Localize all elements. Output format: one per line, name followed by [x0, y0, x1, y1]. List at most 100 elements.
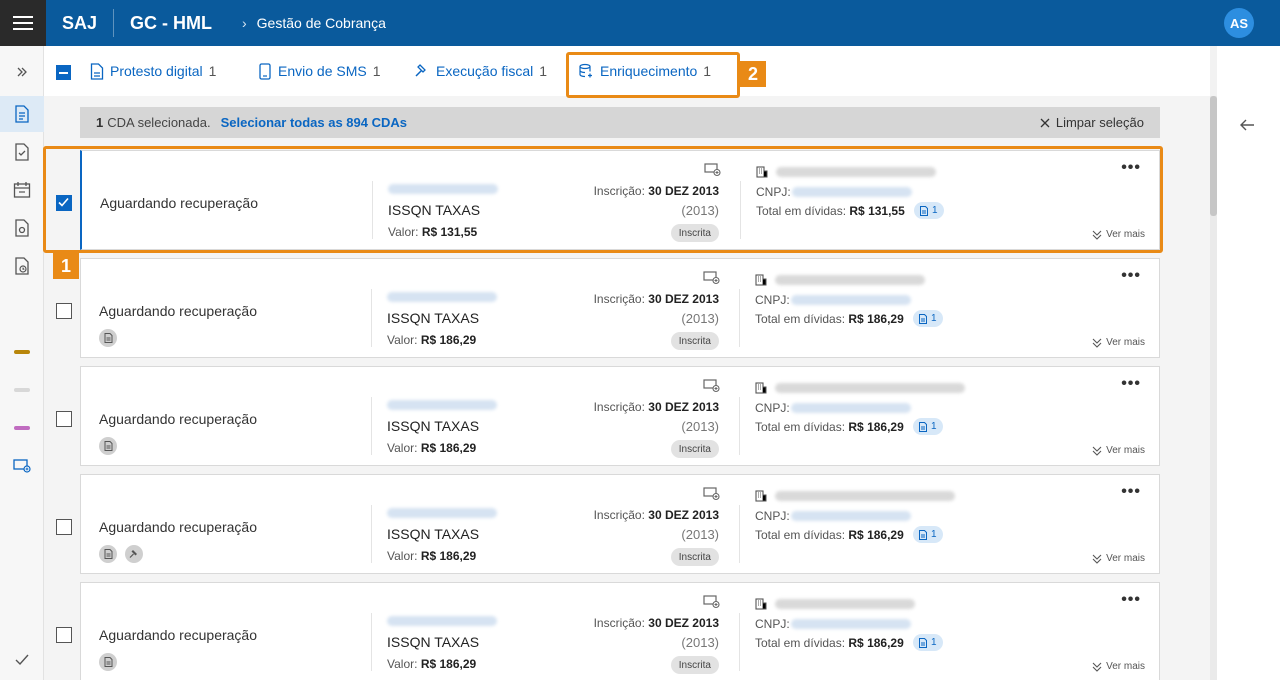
tab-count: 1 [208, 63, 217, 79]
select-all-link[interactable]: Selecionar todas as 894 CDAs [221, 115, 407, 130]
clear-selection-label: Limpar seleção [1055, 115, 1144, 130]
document-tag-icon [99, 437, 117, 455]
tab-execucao-fiscal[interactable]: Execução fiscal 1 [414, 46, 547, 96]
card-status: Aguardando recuperação [99, 303, 258, 319]
more-options-button[interactable]: ••• [1121, 267, 1141, 285]
user-avatar[interactable]: AS [1224, 8, 1254, 38]
left-rail [0, 46, 44, 680]
redacted-text [791, 619, 911, 629]
screen-add-icon[interactable] [704, 163, 721, 182]
action-tabs: Protesto digital 1 Envio de SMS 1 Execuç… [44, 46, 1210, 96]
tab-envio-sms[interactable]: Envio de SMS 1 [258, 46, 381, 96]
row-checkbox[interactable] [56, 303, 72, 319]
tab-protesto-digital[interactable]: Protesto digital 1 [90, 46, 216, 96]
cda-card[interactable]: Aguardando recuperação ISSQN TAXAS Valor… [80, 258, 1160, 358]
document-icon [919, 637, 927, 648]
card-status: Aguardando recuperação [99, 519, 258, 535]
ver-mais-button[interactable]: Ver mais [1092, 553, 1145, 564]
redacted-text [387, 616, 497, 626]
column-divider [371, 289, 372, 347]
selection-bar: 1 CDA selecionada. Selecionar todas as 8… [80, 107, 1160, 138]
row-checkbox[interactable] [56, 411, 72, 427]
card-valor: Valor: R$ 186,29 [387, 657, 477, 671]
document-tag-icon [99, 653, 117, 671]
chevron-double-down-icon [1092, 554, 1102, 564]
rail-screen-add-icon[interactable] [0, 448, 44, 484]
redacted-text [388, 184, 498, 194]
building-icon [755, 273, 767, 291]
more-options-button[interactable]: ••• [1121, 159, 1141, 177]
select-all-checkbox[interactable] [56, 65, 71, 80]
building-icon [755, 597, 767, 615]
documents-badge[interactable]: 1 [913, 418, 943, 435]
card-valor: Valor: R$ 186,29 [387, 441, 477, 455]
card-cnpj-label: CNPJ: [755, 509, 790, 523]
ver-mais-button[interactable]: Ver mais [1092, 229, 1145, 240]
screen-add-icon[interactable] [703, 595, 720, 614]
chevron-double-down-icon [1092, 230, 1102, 240]
rail-document-clock-icon[interactable] [0, 248, 44, 284]
gavel-tag-icon [125, 545, 143, 563]
card-year: (2013) [681, 203, 719, 218]
database-icon [579, 63, 592, 78]
building-icon [756, 165, 768, 183]
redacted-text [791, 295, 911, 305]
cda-card[interactable]: Aguardando recuperação ISSQN TAXAS Valor… [80, 366, 1160, 466]
more-options-button[interactable]: ••• [1121, 591, 1141, 609]
screen-add-icon[interactable] [703, 487, 720, 506]
product-name: GC - HML [130, 12, 212, 33]
rail-check-icon[interactable] [0, 642, 44, 678]
screen-add-icon[interactable] [703, 379, 720, 398]
expand-rail-icon[interactable] [0, 54, 44, 90]
ver-mais-button[interactable]: Ver mais [1092, 445, 1145, 456]
clear-selection-button[interactable]: Limpar seleção [1040, 107, 1144, 138]
ver-mais-button[interactable]: Ver mais [1092, 661, 1145, 672]
legend-bar-gold [14, 350, 30, 354]
documents-badge[interactable]: 1 [914, 202, 944, 219]
row-checkbox[interactable] [56, 519, 72, 535]
selection-count: 1 [96, 115, 104, 130]
more-options-button[interactable]: ••• [1121, 375, 1141, 393]
document-icon [919, 529, 927, 540]
tab-count: 1 [372, 63, 381, 79]
checkmark-icon [58, 197, 69, 207]
chevron-double-down-icon [1092, 338, 1102, 348]
document-tag-icon [99, 545, 117, 563]
tab-label: Enriquecimento [600, 63, 698, 79]
status-badge: Inscrita [670, 224, 719, 242]
tab-enriquecimento[interactable]: Enriquecimento 1 [578, 46, 711, 96]
card-inscricao: Inscrição: 30 DEZ 2013 [593, 292, 719, 306]
menu-hamburger-icon[interactable] [0, 0, 46, 46]
selection-text: CDA selecionada. [107, 115, 211, 130]
rail-calendar-money-icon[interactable] [0, 172, 44, 208]
cda-card[interactable]: Aguardando recuperação ISSQN TAXAS Valor… [80, 150, 1160, 250]
documents-badge[interactable]: 1 [913, 310, 943, 327]
status-badge: Inscrita [670, 656, 719, 674]
row-checkbox[interactable] [56, 195, 72, 211]
card-status: Aguardando recuperação [100, 195, 259, 211]
tab-count: 1 [703, 63, 712, 79]
row-checkbox[interactable] [56, 627, 72, 643]
rail-document-check-icon[interactable] [0, 134, 44, 170]
more-options-button[interactable]: ••• [1121, 483, 1141, 501]
card-valor: Valor: R$ 186,29 [387, 333, 477, 347]
ver-mais-button[interactable]: Ver mais [1092, 337, 1145, 348]
card-year: (2013) [681, 311, 719, 326]
rail-documents-icon[interactable] [0, 96, 44, 132]
cda-card[interactable]: Aguardando recuperação ISSQN TAXAS Valor… [80, 474, 1160, 574]
documents-badge[interactable]: 1 [913, 526, 943, 543]
card-total: Total em dívidas: R$ 186,29 [755, 528, 904, 542]
card-tags [99, 329, 117, 347]
documents-badge[interactable]: 1 [913, 634, 943, 651]
scrollbar-thumb[interactable] [1210, 96, 1217, 216]
cda-card[interactable]: Aguardando recuperação ISSQN TAXAS Valor… [80, 582, 1160, 680]
redacted-text [387, 292, 497, 302]
breadcrumb[interactable]: Gestão de Cobrança [257, 15, 386, 31]
status-badge: Inscrita [670, 440, 719, 458]
card-total: Total em dívidas: R$ 186,29 [755, 420, 904, 434]
screen-add-icon[interactable] [703, 271, 720, 290]
tab-label: Execução fiscal [436, 63, 534, 79]
rail-document-gear-icon[interactable] [0, 210, 44, 246]
arrow-left-icon[interactable] [1239, 118, 1255, 137]
tab-count: 1 [539, 63, 548, 79]
